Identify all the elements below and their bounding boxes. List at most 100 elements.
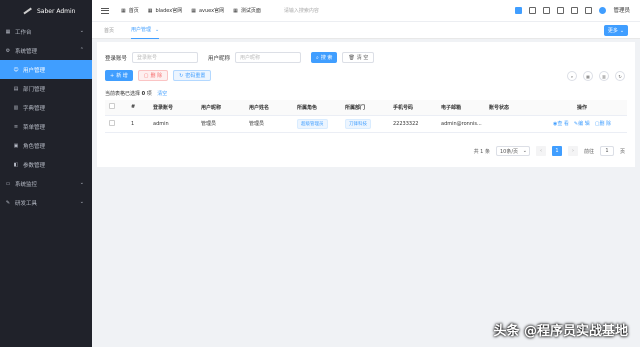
column-header: 用户姓名 [245,100,293,116]
current-page[interactable]: 1 [551,146,562,156]
reset-password-button[interactable]: ↻ 密码重置 [173,70,212,81]
hamburger-icon[interactable] [101,7,109,14]
lock-icon[interactable] [543,6,551,14]
action-bar: + 新 增 ▢ 删 除 ↻ 密码重置 [105,70,212,81]
select-all-header[interactable] [105,100,127,116]
row-email: admin@ronnis... [437,115,485,133]
user-management-panel: 登录账号 登录账号 用户昵称 用户昵称 ⌕ 搜 索 🗑 清 空 + 新 增 ▢ 删 除 … [97,42,635,167]
bell-icon[interactable] [585,6,593,14]
refresh-icon[interactable]: ↻ [615,71,625,81]
search-icon[interactable]: ⌕ [567,71,577,81]
sidebar-item-tools[interactable]: ✎ 研发工具 ⌄ [0,193,92,212]
row-role-cell: 超级管理员 [293,115,341,133]
total-count: 共 1 条 [473,148,490,155]
top-link-test[interactable]: ▦ 测试页面 [233,7,261,15]
sidebar-item-label: 研发工具 [15,200,38,207]
app-title: Saber Admin [37,7,76,15]
avatar[interactable] [599,6,607,14]
chevron-down-icon: ⌄ [79,180,84,186]
column-header: 所属角色 [293,100,341,116]
settings-icon: ⚙ [5,47,11,54]
add-button[interactable]: + 新 增 [105,70,133,81]
row-nickname: 管理员 [197,115,245,133]
row-status [485,115,533,133]
theme-icon[interactable] [515,6,523,14]
select-all-checkbox[interactable] [109,103,115,110]
sidebar-item-label: 部门管理 [23,86,46,93]
user-table: # 登录账号 用户昵称 用户姓名 所属角色 所属部门 手机号码 电子邮箱 账号状… [105,100,627,133]
prev-page-button[interactable]: ‹ [535,146,546,156]
page-size-value: 10条/页 [499,148,519,155]
trash-icon: 🗑 [348,54,355,61]
toolbar-icons: 管理员 [515,6,630,14]
refresh-icon[interactable] [557,6,565,14]
sidebar-item-departments[interactable]: ▤ 部门管理 [0,79,92,98]
pagination: 共 1 条 10条/页 ⌄ ‹ 1 › 前往 1 页 [474,146,625,156]
params-icon: ◧ [13,161,19,168]
page-size-select[interactable]: 10条/页 ⌄ [495,146,530,156]
delete-button[interactable]: ▢ 删 除 [137,70,169,81]
sidebar-item-dashboard[interactable]: ▦ 工作台 ⌄ [0,22,92,41]
app-logo[interactable]: Saber Admin [0,0,92,22]
tab-label: 首页 [104,27,115,34]
sidebar: Saber Admin ▦ 工作台 ⌄ ⚙ 系统管理 ⌃ ☺ 用户管理 ▤ 部门… [0,0,92,347]
row-index: 1 [127,115,149,133]
table-row: 1 admin 管理员 管理员 超级管理员 刀锋科技 22233322 admi… [105,115,627,133]
top-link-home[interactable]: ▦ 首页 [121,7,139,15]
clear-button[interactable]: 🗑 清 空 [342,52,375,63]
tab-users[interactable]: 用户管理 ⌄ [131,22,160,39]
menu-icon: ≡ [13,123,19,130]
tab-home[interactable]: 首页 [104,22,114,39]
top-bar: ▦ 首页 ▦ bladex官网 ▦ avuex官网 ▦ 测试页面 请输入搜索内容 管理员 [92,0,640,22]
user-name[interactable]: 管理员 [613,6,630,14]
column-header: 电子邮箱 [437,100,485,116]
columns-icon[interactable]: ▥ [599,71,609,81]
top-link-label: 首页 [128,8,139,14]
sidebar-item-label: 字典管理 [23,105,46,112]
account-input[interactable]: 登录账号 [132,52,199,63]
sidebar-item-label: 菜单管理 [23,124,46,131]
nickname-label: 用户昵称 [208,55,231,62]
edit-link[interactable]: ✎编 辑 [574,120,590,127]
fullscreen-icon[interactable] [571,6,579,14]
column-header: 账号状态 [485,100,533,116]
sidebar-item-roles[interactable]: ▣ 角色管理 [0,136,92,155]
chevron-down-icon: ⌄ [79,199,84,205]
sidebar-item-system[interactable]: ⚙ 系统管理 ⌃ [0,41,92,60]
button-label: 密码重置 [185,73,206,79]
chevron-down-icon: ⌄ [79,28,84,34]
top-link-label: bladex官网 [155,8,183,14]
sidebar-item-users[interactable]: ☺ 用户管理 [0,60,92,79]
nickname-input[interactable]: 用户昵称 [235,52,302,63]
global-search-input[interactable]: 请输入搜索内容 [284,7,319,14]
row-select-cell[interactable] [105,115,127,133]
search-button[interactable]: ⌕ 搜 索 [311,52,338,63]
top-link-bladex[interactable]: ▦ bladex官网 [148,7,183,15]
goto-page-input[interactable]: 1 [599,146,614,156]
delete-link[interactable]: ▢删 除 [595,120,611,127]
sidebar-item-label: 用户管理 [23,67,46,74]
sidebar-item-menus[interactable]: ≡ 菜单管理 [0,117,92,136]
sidebar-item-params[interactable]: ◧ 参数管理 [0,155,92,174]
role-icon: ▣ [13,142,19,149]
row-phone: 22233322 [389,115,437,133]
edit-icon[interactable] [529,6,537,14]
column-header: 操作 [533,100,627,116]
selection-info: 当前表格已选择 0 项 清空 [105,90,167,97]
goto-label: 前往 [583,148,594,155]
more-button[interactable]: 更多 ⌄ [604,25,628,36]
chevron-up-icon: ⌃ [79,47,84,53]
next-page-button[interactable]: › [567,146,578,156]
view-link[interactable]: ◉查 看 [553,120,569,127]
sidebar-item-dictionary[interactable]: ▥ 字典管理 [0,98,92,117]
sidebar-item-label: 系统监控 [15,181,38,188]
row-checkbox[interactable] [109,119,115,126]
column-header: 所属部门 [341,100,389,116]
row-account: admin [149,115,197,133]
tab-label: 用户管理 [131,27,152,33]
top-link-avuex[interactable]: ▦ avuex官网 [191,7,224,15]
sidebar-item-monitor[interactable]: ▭ 系统监控 ⌄ [0,174,92,193]
table-header-row: # 登录账号 用户昵称 用户姓名 所属角色 所属部门 手机号码 电子邮箱 账号状… [105,100,627,116]
grid-icon[interactable]: ▦ [583,71,593,81]
clear-selection-link[interactable]: 清空 [157,91,167,97]
